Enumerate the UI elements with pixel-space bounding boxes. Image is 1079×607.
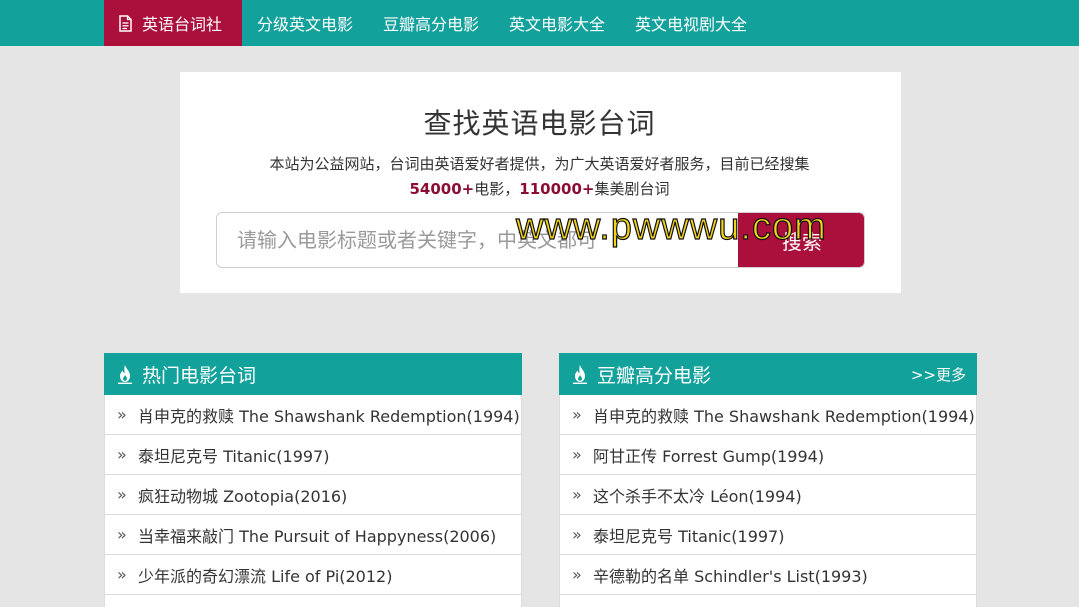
- list-item[interactable]: » 辛德勒的名单 Schindler's List(1993): [559, 555, 977, 595]
- list-item[interactable]: [559, 595, 977, 607]
- list-item[interactable]: » 阿甘正传 Forrest Gump(1994): [559, 435, 977, 475]
- nav-item-douban-top[interactable]: 豆瓣高分电影: [368, 0, 494, 46]
- nav-item-all-movies[interactable]: 英文电影大全: [494, 0, 620, 46]
- list-item[interactable]: » 少年派的奇幻漂流 Life of Pi(2012): [104, 555, 522, 595]
- double-chevron-icon: »: [572, 525, 582, 544]
- episodes-label: 集美剧台词: [594, 180, 670, 198]
- movie-title: 少年派的奇幻漂流 Life of Pi(2012): [138, 566, 393, 586]
- panel-header: 豆瓣高分电影 >>更多: [559, 353, 977, 395]
- nav-item-label: 豆瓣高分电影: [383, 15, 480, 34]
- movie-title: 辛德勒的名单 Schindler's List(1993): [593, 566, 868, 586]
- double-chevron-icon: »: [117, 565, 127, 584]
- search-input[interactable]: [217, 213, 738, 267]
- nav-item-graded-movies[interactable]: 分级英文电影: [242, 0, 368, 46]
- site-stats: 54000+电影，110000+集美剧台词: [0, 178, 1079, 199]
- double-chevron-icon: »: [572, 445, 582, 464]
- double-chevron-icon: »: [117, 525, 127, 544]
- double-chevron-icon: »: [117, 445, 127, 464]
- movie-title: 这个杀手不太冷 Léon(1994): [593, 486, 802, 506]
- nav-item-home[interactable]: 英语台词社: [104, 0, 242, 46]
- nav-item-label: 分级英文电影: [257, 15, 354, 34]
- nav-item-label: 英语台词社: [142, 15, 223, 34]
- double-chevron-icon: »: [572, 565, 582, 584]
- list-item[interactable]: » 当幸福来敲门 The Pursuit of Happyness(2006): [104, 515, 522, 555]
- list-item[interactable]: » 肖申克的救赎 The Shawshank Redemption(1994): [104, 395, 522, 435]
- hot-movies-panel: 热门电影台词 » 肖申克的救赎 The Shawshank Redemption(…: [104, 353, 522, 607]
- nav-item-label: 英文电影大全: [509, 15, 606, 34]
- nav-item-all-tv[interactable]: 英文电视剧大全: [620, 0, 762, 46]
- fire-icon: [117, 364, 133, 384]
- list-item[interactable]: » 疯狂动物城 Zootopia(2016): [104, 475, 522, 515]
- list-item[interactable]: » 泰坦尼克号 Titanic(1997): [104, 435, 522, 475]
- douban-panel: 豆瓣高分电影 >>更多 » 肖申克的救赎 The Shawshank Redemp…: [559, 353, 977, 607]
- movie-title: 泰坦尼克号 Titanic(1997): [138, 446, 330, 466]
- double-chevron-icon: »: [117, 405, 127, 424]
- top-navbar: 英语台词社 分级英文电影 豆瓣高分电影 英文电影大全 英文电视剧大全: [0, 0, 1079, 46]
- list-item[interactable]: » 肖申克的救赎 The Shawshank Redemption(1994): [559, 395, 977, 435]
- list-item[interactable]: » 泰坦尼克号 Titanic(1997): [559, 515, 977, 555]
- list-item[interactable]: » 这个杀手不太冷 Léon(1994): [559, 475, 977, 515]
- double-chevron-icon: »: [572, 485, 582, 504]
- movies-label: 电影，: [474, 180, 520, 198]
- movies-count: 54000+: [409, 180, 475, 198]
- movie-title: 阿甘正传 Forrest Gump(1994): [593, 446, 825, 466]
- fire-icon: [572, 364, 588, 384]
- movie-title: 肖申克的救赎 The Shawshank Redemption(1994): [593, 406, 975, 426]
- movie-title: 泰坦尼克号 Titanic(1997): [593, 526, 785, 546]
- movie-title: 疯狂动物城 Zootopia(2016): [138, 486, 348, 506]
- panel-title: 豆瓣高分电影: [597, 364, 712, 387]
- movie-title: 肖申克的救赎 The Shawshank Redemption(1994): [138, 406, 520, 426]
- panel-title: 热门电影台词: [142, 364, 257, 387]
- double-chevron-icon: »: [117, 485, 127, 504]
- page-title: 查找英语电影台词: [423, 107, 656, 140]
- search-button[interactable]: 搜索: [738, 213, 864, 267]
- search-box: 搜索: [216, 212, 865, 268]
- list-item[interactable]: [104, 595, 522, 607]
- movie-title: 当幸福来敲门 The Pursuit of Happyness(2006): [138, 526, 497, 546]
- document-icon: [118, 14, 133, 32]
- panel-header: 热门电影台词: [104, 353, 522, 395]
- nav-item-label: 英文电视剧大全: [635, 15, 748, 34]
- site-description: 本站为公益网站，台词由英语爱好者提供，为广大英语爱好者服务，目前已经搜集: [269, 155, 810, 173]
- more-link[interactable]: >>更多: [911, 353, 966, 395]
- episodes-count: 110000+: [519, 180, 595, 198]
- double-chevron-icon: »: [572, 405, 582, 424]
- main-nav: 英语台词社 分级英文电影 豆瓣高分电影 英文电影大全 英文电视剧大全: [104, 0, 762, 46]
